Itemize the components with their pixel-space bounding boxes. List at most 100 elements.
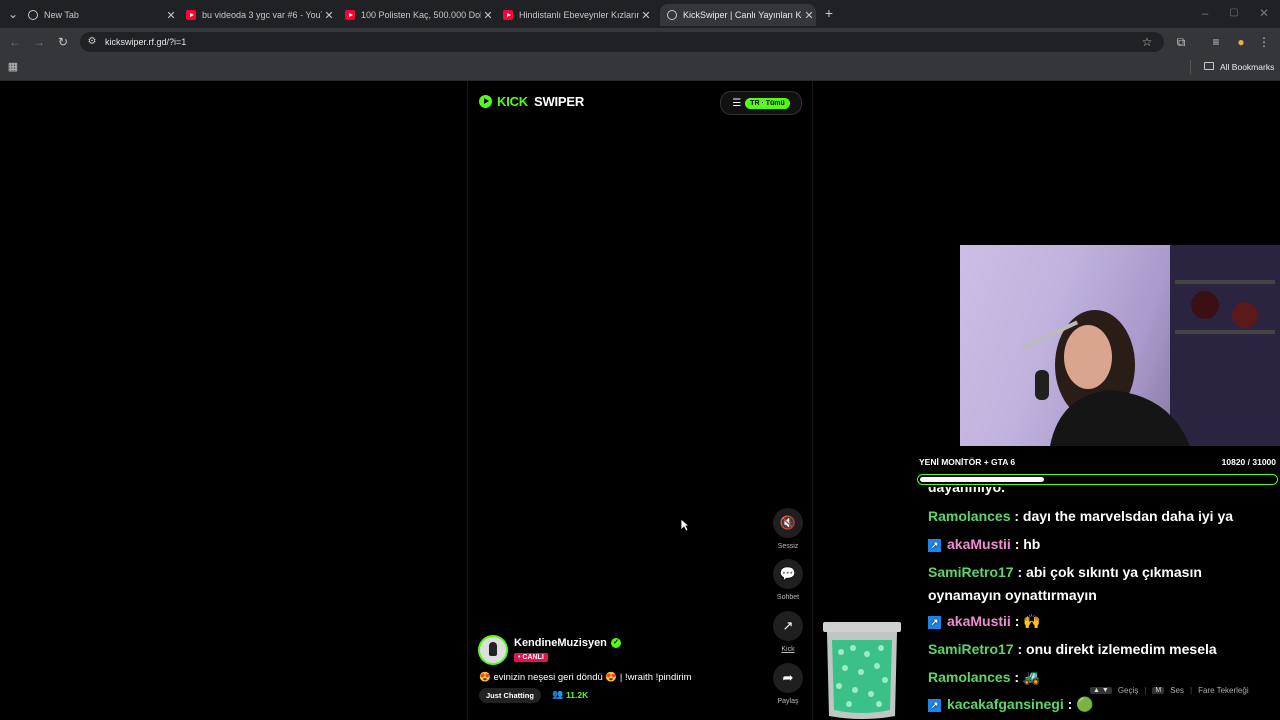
action-label: Kick	[781, 646, 795, 653]
media-controls-icon[interactable]: ≡	[1208, 34, 1224, 50]
tab-title: KickSwiper | Canlı Yayınları Keşf	[683, 10, 802, 20]
tab-kickswiper[interactable]: KickSwiper | Canlı Yayınları Keşf ✕	[660, 4, 816, 26]
close-tab-icon[interactable]: ✕	[802, 9, 816, 22]
tab-title: 100 Polisten Kaç, 500.000 Dolar	[361, 10, 481, 20]
all-bookmarks-link[interactable]: All Bookmarks	[1220, 62, 1274, 72]
chat-message: ↗ akaMustii : hb	[928, 536, 1040, 552]
logo-swiper-text: SWIPER	[533, 94, 585, 109]
forward-icon[interactable]: →	[31, 34, 47, 50]
streamer-name[interactable]: KendineMuzisyen	[514, 637, 607, 649]
youtube-icon	[503, 10, 513, 20]
profile-icon[interactable]: ●	[1233, 34, 1249, 50]
hint-separator: |	[1144, 686, 1147, 695]
external-link-icon: ↗	[773, 611, 803, 641]
hint-key: M	[1152, 687, 1165, 694]
chat-badge-icon: ↗	[928, 538, 941, 552]
close-tab-icon[interactable]: ✕	[164, 9, 178, 22]
share-button[interactable]: ➦ Paylaş	[773, 663, 803, 705]
tab-title: Hindistanlı Ebeveynler Kızlarını	[519, 10, 639, 20]
kickswiper-logo[interactable]: KICK SWIPER	[479, 94, 584, 109]
apps-grid-icon[interactable]: ▦	[5, 59, 21, 75]
chat-message: oynamayın oynattırmayın	[928, 587, 1097, 603]
verified-icon: ✓	[611, 638, 621, 648]
goal-progress-fill	[920, 477, 1044, 482]
close-tab-icon[interactable]: ✕	[481, 9, 495, 22]
tab-new-tab[interactable]: New Tab ✕	[28, 4, 178, 26]
chat-username: kacakafgansinegi	[947, 696, 1064, 712]
chat-username: Ramolances	[928, 508, 1011, 524]
maximize-icon[interactable]: ▢	[1226, 5, 1242, 21]
live-badge: • CANLI	[514, 653, 548, 662]
globe-icon	[667, 10, 677, 20]
menu-icon[interactable]: ⋮	[1256, 34, 1272, 50]
swiper-feed[interactable]	[467, 81, 813, 720]
youtube-icon	[186, 10, 196, 20]
chat-username: Ramolances	[928, 669, 1011, 685]
close-tab-icon[interactable]: ✕	[639, 9, 653, 22]
close-window-icon[interactable]: ✕	[1256, 5, 1272, 21]
bookmark-star-icon[interactable]: ☆	[1139, 34, 1155, 50]
webcam-scene	[960, 245, 1280, 446]
minimize-icon[interactable]: –	[1197, 5, 1213, 21]
category-badge[interactable]: Just Chatting	[479, 688, 541, 703]
hint-label: Geçiş	[1117, 686, 1139, 695]
tab-youtube-2[interactable]: 100 Polisten Kaç, 500.000 Dolar ✕	[345, 4, 495, 26]
tab-title: bu videoda 3 ygc var #6 - YouT	[202, 10, 322, 20]
chat-text: oynamayın oynattırmayın	[928, 587, 1097, 603]
keyboard-hints: ▲ ▼ Geçiş | M Ses | Fare Tekerleği	[1090, 686, 1249, 695]
avatar[interactable]	[478, 635, 508, 665]
browser-tab-strip: ⌄ New Tab ✕ bu videoda 3 ygc var #6 - Yo…	[0, 0, 1280, 28]
stream-title: 😍 evinizin neşesi geri döndü 😍 | !wraith…	[479, 672, 692, 683]
action-label: Sohbet	[776, 594, 800, 601]
url-text: kickswiper.rf.gd/?i=1	[105, 37, 187, 47]
chat-username: SamiRetro17	[928, 641, 1014, 657]
close-tab-icon[interactable]: ✕	[322, 9, 336, 22]
mute-button[interactable]: 🔇 Sessiz	[773, 508, 803, 550]
hint-label: Fare Tekerleği	[1198, 686, 1249, 695]
back-icon[interactable]: ←	[7, 34, 23, 50]
folder-icon	[1204, 62, 1214, 70]
chat-message: SamiRetro17 : abi çok sıkıntı ya çıkması…	[928, 564, 1202, 580]
share-icon: ➦	[773, 663, 803, 693]
bookmarks-bar	[0, 56, 1280, 81]
chat-username: akaMustii	[947, 613, 1011, 629]
address-bar[interactable]	[80, 32, 1164, 52]
kick-link-button[interactable]: ↗ Kick	[773, 611, 803, 653]
reload-icon[interactable]: ↻	[55, 34, 71, 50]
mouse-cursor-icon	[680, 518, 690, 532]
hint-label: Ses	[1170, 686, 1184, 695]
chat-username: SamiRetro17	[928, 564, 1014, 580]
chat-button[interactable]: 💬 Sohbet	[773, 559, 803, 601]
tab-youtube-3[interactable]: Hindistanlı Ebeveynler Kızlarını ✕	[503, 4, 653, 26]
filter-button[interactable]: ☰ TR · Tümü	[720, 91, 802, 115]
divider	[1190, 60, 1191, 74]
tab-title: New Tab	[44, 10, 79, 20]
filter-label: TR · Tümü	[745, 97, 790, 109]
play-icon	[479, 95, 492, 108]
goal-title: YENİ MONİTÖR + GTA 6	[919, 457, 1016, 467]
tab-youtube-1[interactable]: bu videoda 3 ygc var #6 - YouT ✕	[186, 4, 336, 26]
chat-message: ↗ kacakafgansinegi : 🟢	[928, 696, 1094, 713]
youtube-icon	[345, 10, 355, 20]
extensions-icon[interactable]: ⧉	[1173, 34, 1189, 50]
chat-text: : dayı the marvelsdan daha iyi ya	[1014, 508, 1234, 524]
tip-jar-graphic	[823, 622, 901, 719]
filter-icon: ☰	[732, 97, 742, 109]
site-info-icon[interactable]: ⚙	[84, 34, 100, 50]
chrome-icon	[28, 10, 38, 20]
viewer-count: 11.2K	[566, 690, 589, 700]
mute-icon: 🔇	[773, 508, 803, 538]
chat-message: ↗ akaMustii : 🙌	[928, 613, 1041, 630]
tab-search-icon[interactable]: ⌄	[5, 6, 21, 22]
new-tab-icon[interactable]: +	[821, 5, 837, 21]
streamer-webcam	[960, 245, 1280, 446]
goal-progress-text: 10820 / 31000	[1221, 457, 1276, 467]
viewers-icon: 👥	[552, 689, 564, 699]
action-label: Sessiz	[777, 543, 799, 550]
chat-message: SamiRetro17 : onu direkt izlemedim mesel…	[928, 641, 1217, 657]
chat-icon: 💬	[773, 559, 803, 589]
chat-text: : 🟢	[1067, 696, 1094, 712]
hint-separator: |	[1189, 686, 1193, 695]
goal-progress-bar	[917, 474, 1278, 485]
hint-key: ▲ ▼	[1090, 687, 1112, 694]
